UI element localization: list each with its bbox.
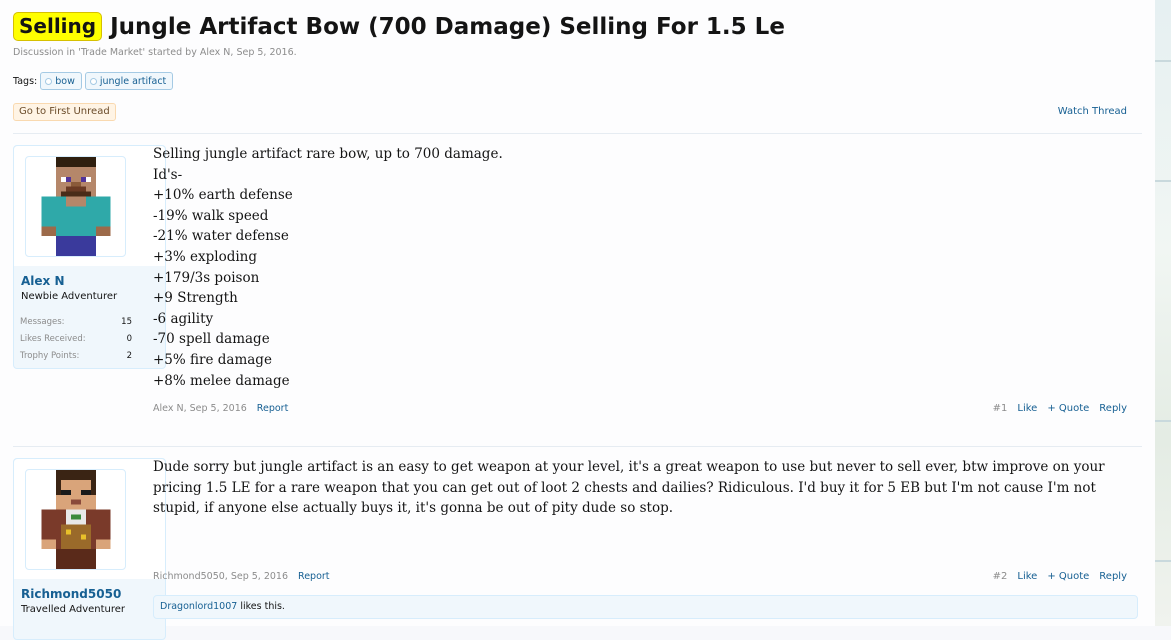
tag-jungle-artifact[interactable]: jungle artifact — [84, 72, 174, 90]
edge-stripe — [1155, 560, 1171, 562]
message-user-info: Richmond5050 Travelled Adventurer — [13, 458, 166, 640]
message-line: -19% walk speed — [153, 207, 269, 224]
post-author-date[interactable]: Alex N, Sep 5, 2016 — [153, 403, 247, 414]
reply-link[interactable]: Reply — [1099, 571, 1127, 582]
post-number[interactable]: #2 — [993, 571, 1008, 582]
tag-icon — [89, 77, 97, 85]
edge-stripe — [1155, 180, 1171, 182]
message-line: +10% earth defense — [153, 187, 293, 204]
stat-label: Messages: — [20, 317, 65, 327]
avatar-image — [41, 470, 111, 569]
stat-trophies: Trophy Points: 2 — [20, 348, 132, 365]
stat-value[interactable]: 0 — [127, 331, 132, 348]
thread-title-row: Selling Jungle Artifact Bow (700 Damage)… — [13, 12, 785, 41]
liker-link[interactable]: Dragonlord1007 — [160, 601, 237, 612]
message-body: Selling jungle artifact rare bow, up to … — [153, 144, 503, 391]
message-body: Dude sorry but jungle artifact is an eas… — [153, 459, 1105, 517]
avatar[interactable] — [25, 469, 126, 570]
message-line: +9 Strength — [153, 290, 238, 307]
go-to-first-unread-button[interactable]: Go to First Unread — [13, 103, 116, 121]
thread-page: Selling Jungle Artifact Bow (700 Damage)… — [0, 0, 1155, 640]
edge-stripe — [1155, 60, 1171, 62]
username[interactable]: Alex N — [21, 274, 65, 288]
stat-label: Trophy Points: — [20, 351, 80, 361]
divider — [13, 133, 1142, 134]
stat-value[interactable]: 15 — [121, 314, 132, 331]
message-line: Selling jungle artifact rare bow, up to … — [153, 146, 503, 162]
tag-label: jungle artifact — [99, 75, 167, 87]
like-link[interactable]: Like — [1017, 403, 1037, 414]
user-title: Travelled Adventurer — [21, 604, 126, 615]
page-edge-decoration — [1155, 0, 1171, 626]
message-line: +179/3s poison — [153, 269, 260, 286]
stat-value[interactable]: 2 — [127, 348, 132, 365]
avatar-image — [41, 157, 111, 256]
post-author-date[interactable]: Richmond5050, Sep 5, 2016 — [153, 571, 288, 582]
like-link[interactable]: Like — [1017, 571, 1037, 582]
thread-title: Jungle Artifact Bow (700 Damage) Selling… — [110, 13, 785, 40]
post-number[interactable]: #1 — [993, 403, 1008, 414]
tag-icon — [45, 77, 53, 85]
tag-label: bow — [55, 75, 75, 87]
user-title: Newbie Adventurer — [21, 291, 118, 302]
message-meta: Richmond5050, Sep 5, 2016 Report — [153, 571, 330, 582]
watch-thread-link[interactable]: Watch Thread — [1058, 106, 1127, 117]
message-line: +5% fire damage — [153, 351, 272, 368]
message-line: -21% water defense — [153, 228, 289, 245]
message-meta: Alex N, Sep 5, 2016 Report — [153, 403, 288, 414]
quote-link[interactable]: + Quote — [1047, 403, 1089, 414]
stat-likes: Likes Received: 0 — [20, 331, 132, 348]
message-line: -70 spell damage — [153, 331, 270, 348]
avatar[interactable] — [25, 156, 126, 257]
thread-description: Discussion in 'Trade Market' started by … — [13, 47, 297, 58]
message-line: Id's- — [153, 166, 183, 183]
message-line: +3% exploding — [153, 248, 258, 265]
divider — [13, 446, 1142, 447]
edge-stripe — [1155, 420, 1171, 422]
reply-link[interactable]: Reply — [1099, 403, 1127, 414]
post-actions: #2 Like + Quote Reply — [993, 571, 1127, 582]
username[interactable]: Richmond5050 — [21, 587, 121, 601]
post-actions: #1 Like + Quote Reply — [993, 403, 1127, 414]
likes-suffix: likes this. — [240, 601, 285, 612]
tags-label: Tags: — [13, 75, 38, 87]
tag-bow[interactable]: bow — [40, 72, 82, 90]
message-line: +8% melee damage — [153, 372, 290, 389]
stat-messages: Messages: 15 — [20, 314, 132, 331]
report-link[interactable]: Report — [257, 403, 289, 414]
message-user-info: Alex N Newbie Adventurer Messages: 15 Lik… — [13, 145, 166, 369]
tag-list: Tags: bow jungle artifact — [13, 72, 174, 90]
stat-label: Likes Received: — [20, 334, 86, 344]
likes-summary: Dragonlord1007 likes this. — [153, 595, 1138, 619]
quote-link[interactable]: + Quote — [1047, 571, 1089, 582]
thread-prefix-badge[interactable]: Selling — [13, 12, 103, 41]
report-link[interactable]: Report — [298, 571, 330, 582]
user-stats: Messages: 15 Likes Received: 0 Trophy Poin… — [20, 314, 132, 365]
message-line: -6 agility — [153, 310, 214, 327]
